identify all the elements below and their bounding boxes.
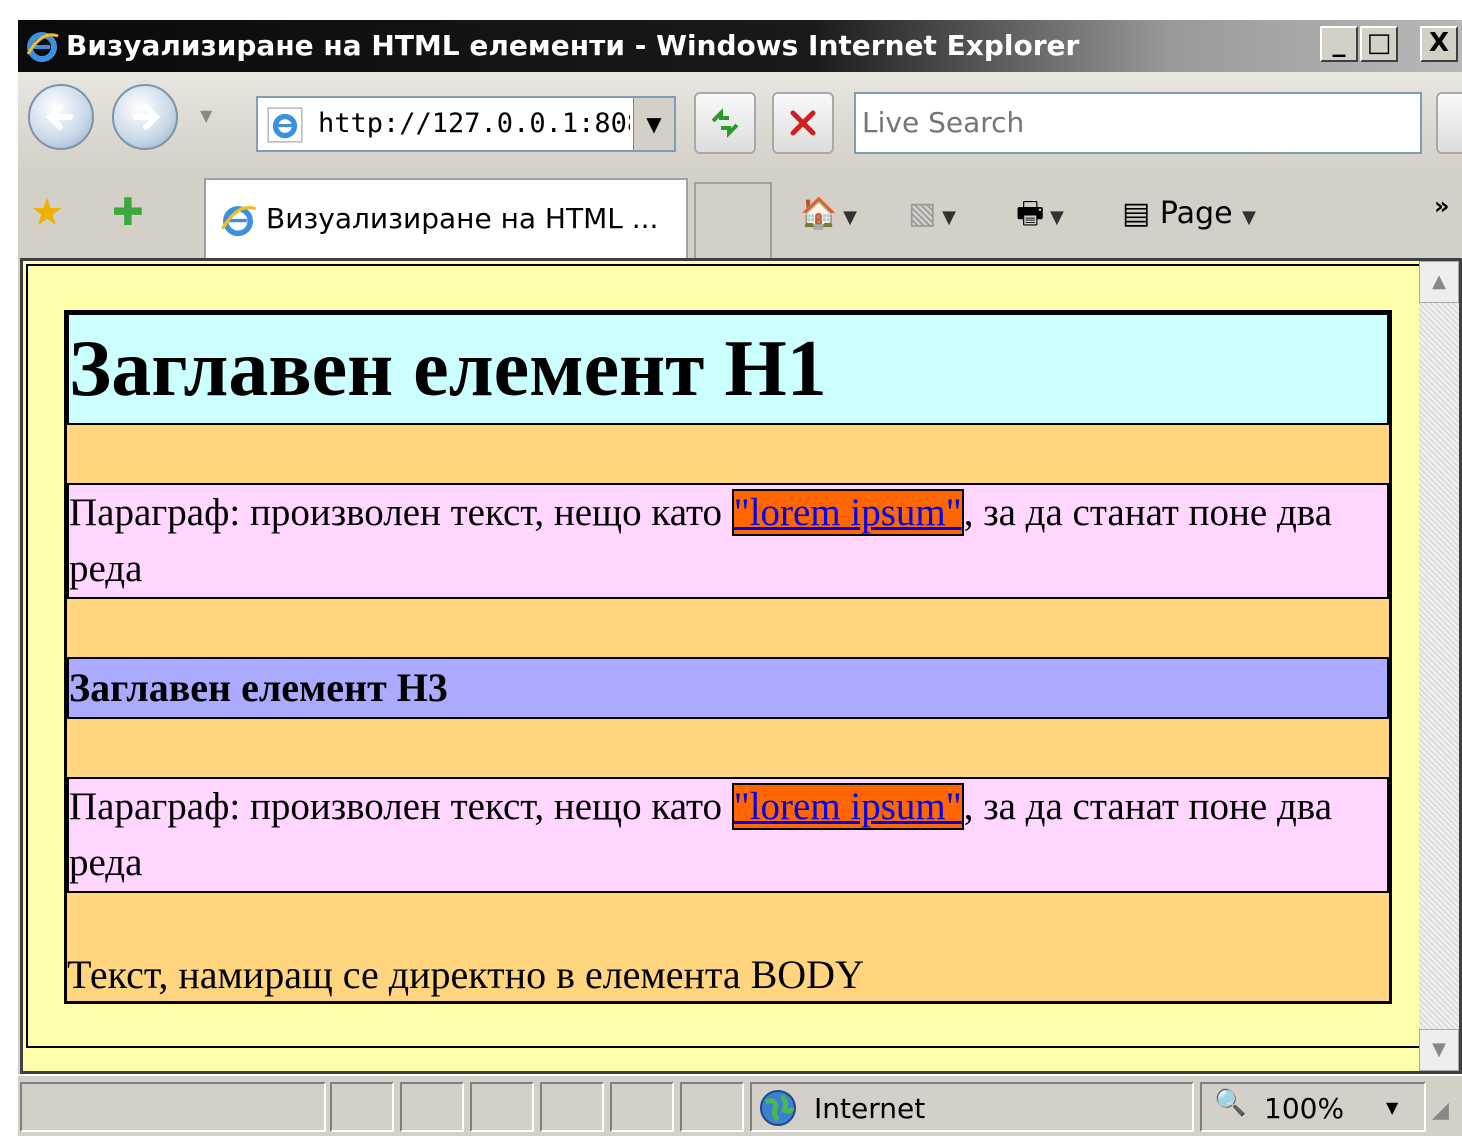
tab-title: Визуализиране на HTML ... bbox=[266, 202, 659, 235]
favorites-star-icon[interactable]: ★ bbox=[30, 192, 64, 232]
status-panel bbox=[680, 1082, 744, 1132]
status-panel bbox=[330, 1082, 394, 1132]
lorem-ipsum-link[interactable]: "lorem ipsum" bbox=[731, 489, 964, 536]
ie-logo-icon bbox=[26, 32, 59, 62]
command-bar: ★ ✚ Визуализиране на HTML ... 🏠 ▼ ▧ ▼ 🖶 … bbox=[18, 172, 1462, 258]
refresh-icon bbox=[711, 108, 739, 138]
resize-grip-icon[interactable]: ◢ bbox=[1432, 1098, 1449, 1123]
status-panel bbox=[610, 1082, 674, 1132]
status-panel bbox=[470, 1082, 534, 1132]
address-toolbar: ▼ http://127.0.0.1:8080 ▼ bbox=[18, 72, 1462, 172]
window-title: Визуализиране на HTML елементи - Windows… bbox=[66, 29, 1080, 62]
stop-icon bbox=[790, 110, 816, 136]
page-menu-label: Page bbox=[1159, 196, 1233, 231]
zoom-icon: 🔍 bbox=[1214, 1088, 1247, 1118]
search-button[interactable] bbox=[1436, 92, 1462, 154]
paragraph-2: Параграф: произволен текст, нещо като "l… bbox=[69, 779, 1379, 891]
tab-ie-icon bbox=[221, 205, 257, 237]
new-tab-button[interactable] bbox=[694, 182, 772, 258]
status-panel bbox=[400, 1082, 464, 1132]
globe-icon bbox=[760, 1090, 796, 1126]
address-dropdown-icon[interactable]: ▼ bbox=[633, 98, 674, 150]
print-icon[interactable]: 🖶 ▼ bbox=[1016, 194, 1064, 238]
address-bar[interactable]: http://127.0.0.1:8080 ▼ bbox=[256, 96, 676, 152]
status-message-panel bbox=[20, 1082, 326, 1132]
status-panel bbox=[540, 1082, 604, 1132]
vertical-scrollbar[interactable]: ▲ ▼ bbox=[1419, 261, 1459, 1071]
page-icon: ▤ bbox=[1122, 196, 1151, 231]
search-input[interactable] bbox=[856, 94, 1404, 150]
paragraph-text-before: Параграф: произволен текст, нещо като bbox=[69, 785, 732, 828]
h3-box: Заглавен елемент H3 bbox=[67, 657, 1389, 719]
title-bar: Визуализиране на HTML елементи - Windows… bbox=[18, 20, 1462, 72]
lorem-ipsum-link[interactable]: "lorem ipsum" bbox=[731, 783, 964, 830]
refresh-button[interactable] bbox=[694, 92, 756, 154]
scroll-down-icon[interactable]: ▼ bbox=[1419, 1029, 1459, 1071]
page-ie-icon bbox=[267, 107, 303, 143]
status-bar: Internet 🔍 100% ▼ ◢ bbox=[18, 1074, 1462, 1136]
content-frame: Заглавен елемент H1 Параграф: произволен… bbox=[20, 258, 1462, 1074]
paragraph-1: Параграф: произволен текст, нещо като "l… bbox=[69, 485, 1379, 597]
paragraph-text-before: Параграф: произволен текст, нещо като bbox=[69, 491, 732, 534]
stop-button[interactable] bbox=[772, 92, 834, 154]
scroll-up-icon[interactable]: ▲ bbox=[1419, 261, 1459, 303]
page-menu[interactable]: ▤ Page ▼ bbox=[1122, 194, 1256, 238]
toolbar-overflow-chevron[interactable]: » bbox=[1434, 186, 1450, 226]
recent-pages-chevron-icon[interactable]: ▼ bbox=[200, 106, 212, 125]
zoom-level: 100% bbox=[1264, 1092, 1345, 1125]
h1-box: Заглавен елемент H1 bbox=[67, 313, 1389, 425]
tab-active[interactable]: Визуализиране на HTML ... bbox=[204, 178, 688, 258]
forward-arrow-icon bbox=[133, 104, 161, 130]
maximize-button[interactable]: □ bbox=[1360, 26, 1398, 62]
home-icon[interactable]: 🏠 ▼ bbox=[800, 194, 857, 238]
add-favorites-icon[interactable]: ✚ bbox=[112, 192, 144, 232]
feeds-icon[interactable]: ▧ ▼ bbox=[908, 194, 956, 238]
zoom-dropdown-chevron-icon[interactable]: ▼ bbox=[1386, 1098, 1398, 1117]
h1-heading: Заглавен елемент H1 bbox=[69, 325, 827, 413]
forward-button[interactable] bbox=[112, 84, 178, 150]
h3-heading: Заглавен елемент H3 bbox=[69, 665, 448, 710]
page-menu-chevron-icon: ▼ bbox=[1242, 207, 1256, 228]
page-viewport: Заглавен елемент H1 Параграф: произволен… bbox=[26, 264, 1422, 1048]
body-direct-text: Текст, намиращ се директно в елемента BO… bbox=[67, 952, 864, 997]
search-box[interactable] bbox=[854, 92, 1422, 154]
close-button[interactable]: X bbox=[1420, 26, 1458, 62]
paragraph-box-1: Параграф: произволен текст, нещо като "l… bbox=[67, 483, 1389, 599]
address-text[interactable]: http://127.0.0.1:8080 bbox=[318, 108, 630, 139]
minimize-button[interactable]: _ bbox=[1320, 26, 1358, 62]
body-element-box: Заглавен елемент H1 Параграф: произволен… bbox=[64, 310, 1392, 1004]
back-button[interactable] bbox=[28, 84, 94, 150]
paragraph-box-2: Параграф: произволен текст, нещо като "l… bbox=[67, 777, 1389, 893]
zone-label: Internet bbox=[814, 1092, 926, 1125]
browser-window: Визуализиране на HTML елементи - Windows… bbox=[18, 20, 1462, 1136]
back-arrow-icon bbox=[45, 104, 73, 130]
